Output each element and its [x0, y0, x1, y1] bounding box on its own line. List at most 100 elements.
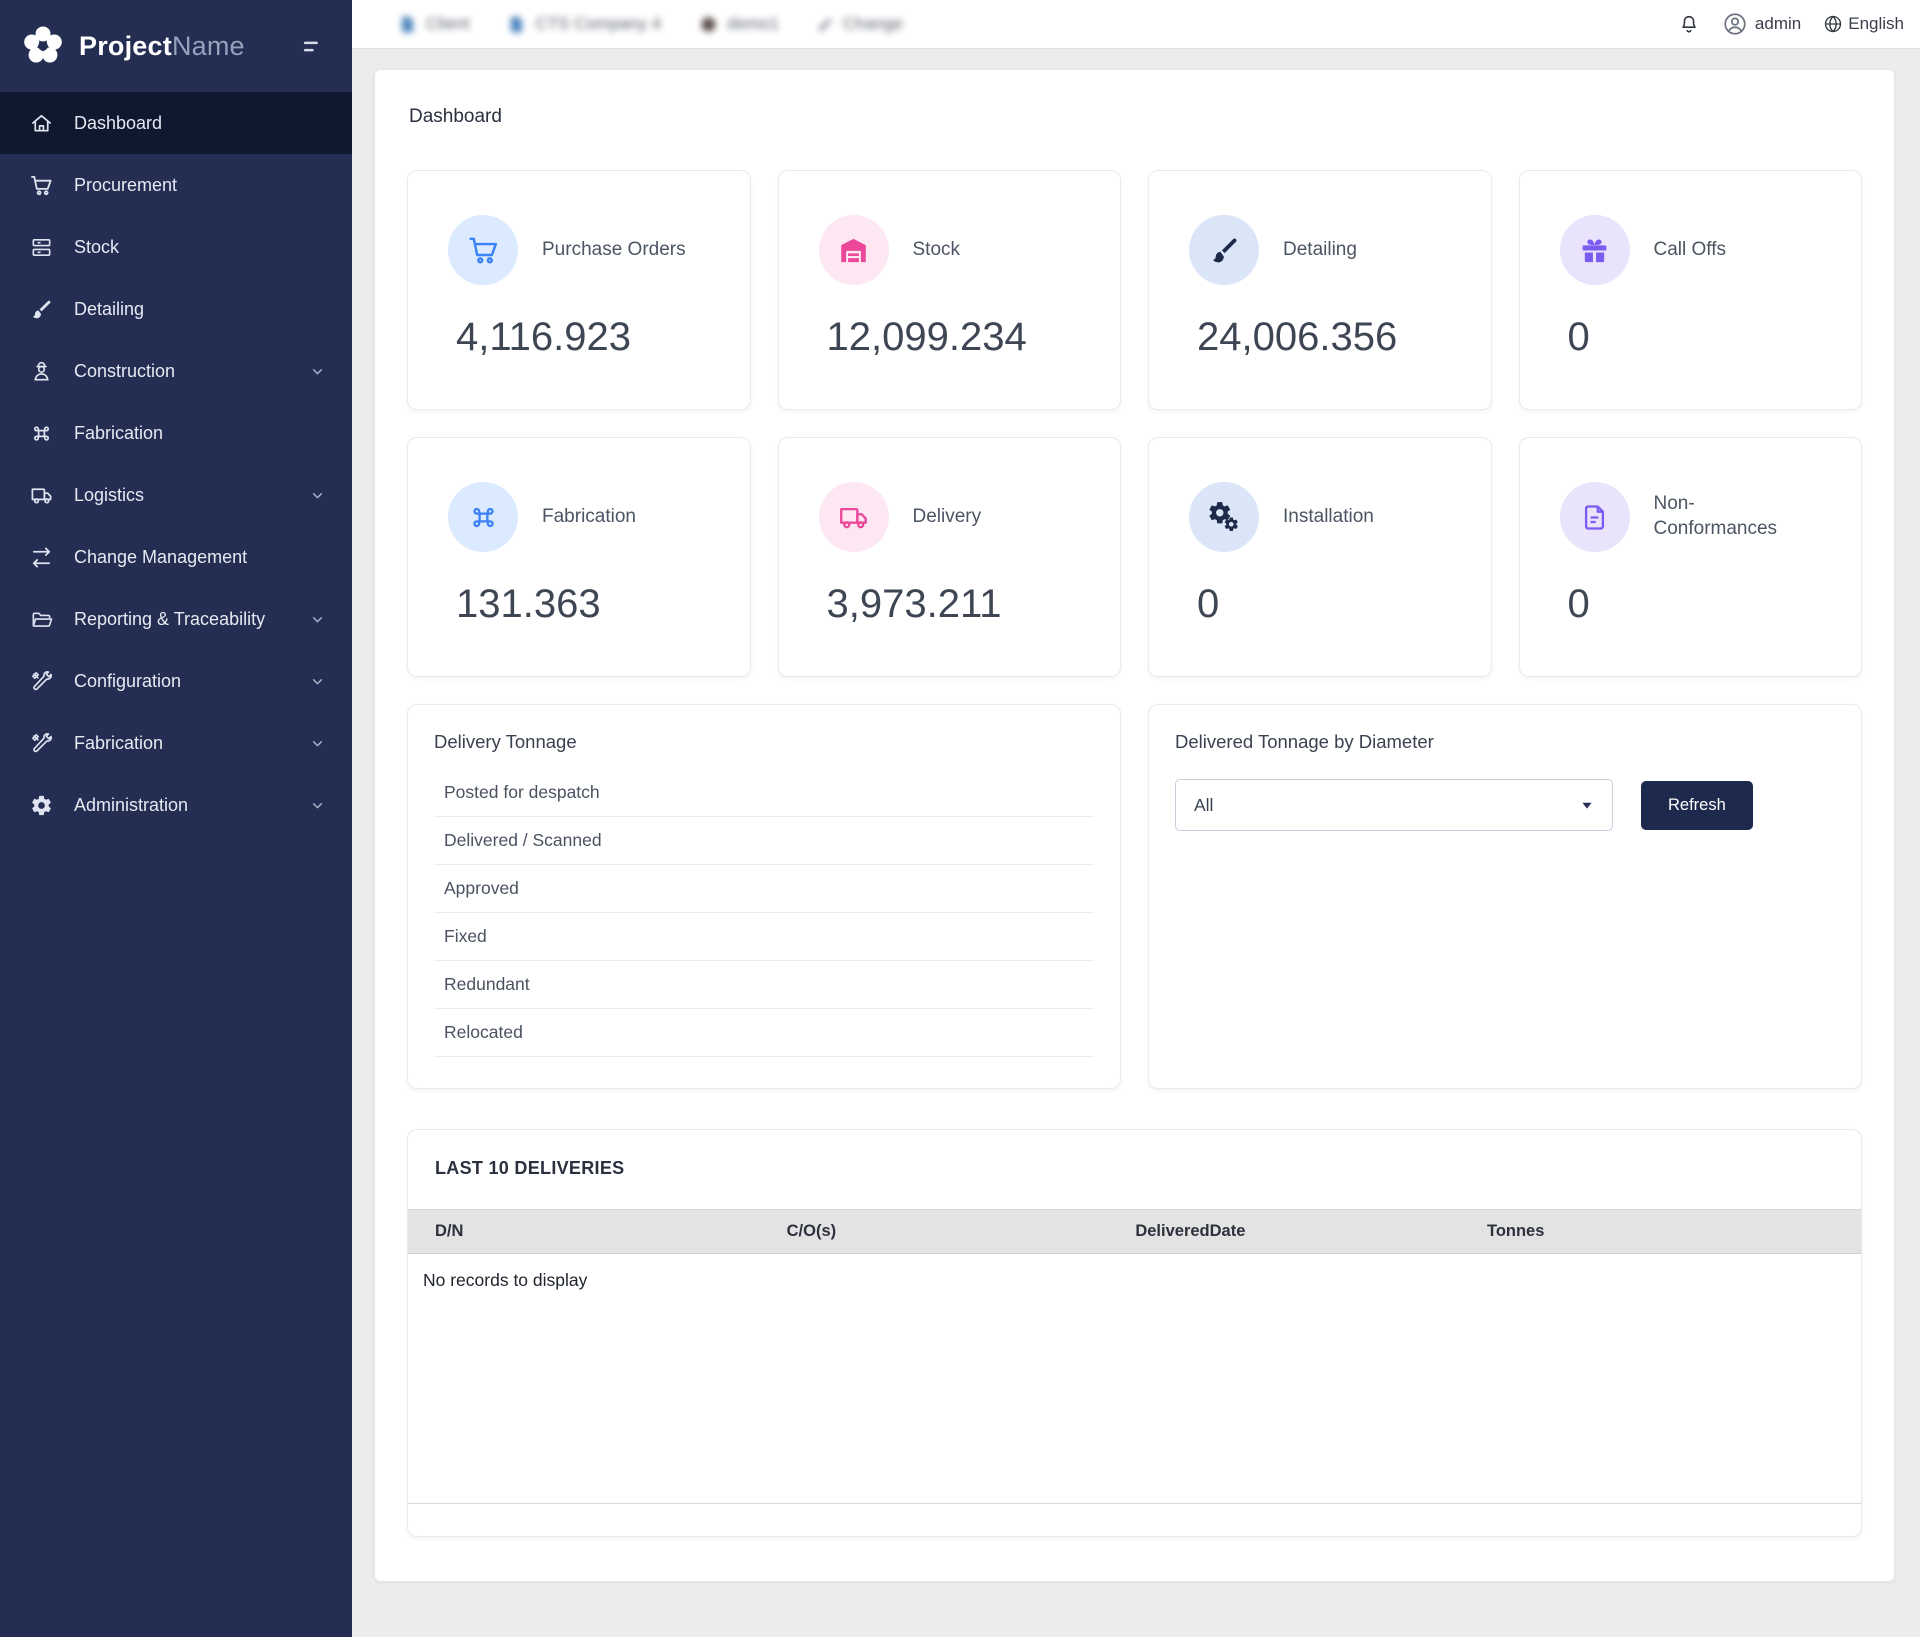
stat-icon-circle [448, 215, 518, 285]
warehouse-icon [838, 235, 869, 266]
delivery-tonnage-title: Delivery Tonnage [434, 731, 1094, 753]
collapse-icon[interactable] [301, 34, 326, 59]
stat-value: 0 [1197, 582, 1463, 627]
stat-icon-circle [1189, 482, 1259, 552]
brand: ProjectName [0, 0, 352, 92]
topbar-item-label: CTS Company 4 [535, 14, 661, 34]
column-header-delivereddate[interactable]: DeliveredDate [1108, 1222, 1460, 1241]
sidebar-item-label: Detailing [74, 299, 326, 320]
cart-icon [30, 174, 53, 197]
stat-card-non-conformances[interactable]: Non-Conformances 0 [1519, 437, 1863, 677]
logo-icon [20, 23, 66, 69]
stat-label: Purchase Orders [542, 238, 686, 263]
sidebar-item-reporting-traceability[interactable]: Reporting & Traceability [0, 588, 352, 650]
brand-project: Project [79, 31, 172, 61]
document-icon [398, 15, 417, 34]
sidebar-item-label: Change Management [74, 547, 326, 568]
stat-head: Non-Conformances [1560, 482, 1834, 552]
empty-message: No records to display [408, 1254, 1861, 1291]
stat-label: Non-Conformances [1654, 492, 1814, 541]
stat-value: 131.363 [456, 582, 722, 627]
sidebar-item-label: Logistics [74, 485, 288, 506]
sidebar-nav: Dashboard Procurement Stock Detailing Constr… [0, 92, 352, 836]
stat-value: 12,099.234 [827, 315, 1093, 360]
last-deliveries-title: LAST 10 DELIVERIES [408, 1158, 1861, 1179]
stat-label: Installation [1283, 505, 1374, 530]
chevron-down-icon [309, 487, 326, 504]
stat-card-call-offs[interactable]: Call Offs0 [1519, 170, 1863, 410]
truck-icon [30, 484, 53, 507]
topbar-item-label: demo1 [727, 14, 779, 34]
sidebar-item-detailing[interactable]: Detailing [0, 278, 352, 340]
topbar-item-label: Client [426, 14, 469, 34]
panels-row: Delivery Tonnage Posted for despatchDeli… [407, 704, 1862, 1089]
column-header-tonnes[interactable]: Tonnes [1460, 1222, 1861, 1241]
diameter-select[interactable]: All [1175, 779, 1613, 831]
tools-icon [30, 732, 53, 755]
stock-icon [30, 236, 53, 259]
sidebar-item-change-management[interactable]: Change Management [0, 526, 352, 588]
brand-name: ProjectName [79, 31, 245, 62]
topbar-item-client[interactable]: Client [398, 14, 469, 34]
bell-icon[interactable] [1678, 13, 1700, 35]
sidebar-item-administration[interactable]: Administration [0, 774, 352, 836]
sidebar-item-label: Dashboard [74, 113, 326, 134]
globe-icon [1823, 14, 1843, 34]
sidebar-item-dashboard[interactable]: Dashboard [0, 92, 352, 154]
stat-icon-circle [819, 215, 889, 285]
sidebar-item-construction[interactable]: Construction [0, 340, 352, 402]
stat-card-detailing[interactable]: Detailing24,006.356 [1148, 170, 1492, 410]
column-header-c-o-s[interactable]: C/O(s) [760, 1222, 1109, 1241]
stat-head: Purchase Orders [448, 215, 722, 285]
stat-card-delivery[interactable]: Delivery 3,973.211 [778, 437, 1122, 677]
tonnage-row-redundant: Redundant [434, 961, 1094, 1009]
sidebar-item-procurement[interactable]: Procurement [0, 154, 352, 216]
table-body: No records to display [408, 1254, 1861, 1504]
sidebar-item-fabrication[interactable]: Fabrication [0, 402, 352, 464]
topbar-item-change[interactable]: Change [817, 14, 903, 34]
stat-value: 0 [1568, 582, 1834, 627]
topbar-item-label: Change [843, 14, 903, 34]
brand-suffix: Name [172, 31, 245, 61]
topbar: Client CTS Company 4 demo1 Change admin Eng… [352, 0, 1920, 49]
stat-label: Call Offs [1654, 238, 1727, 263]
stat-card-fabrication[interactable]: Fabrication 131.363 [407, 437, 751, 677]
sidebar-item-fabrication[interactable]: Fabrication [0, 712, 352, 774]
stat-head: Delivery [819, 482, 1093, 552]
stat-icon-circle [1189, 215, 1259, 285]
tonnage-row-delivered-scanned: Delivered / Scanned [434, 817, 1094, 865]
main-column: Client CTS Company 4 demo1 Change admin Eng… [352, 0, 1920, 1637]
sidebar-item-logistics[interactable]: Logistics [0, 464, 352, 526]
user-menu[interactable]: admin [1755, 14, 1801, 34]
stat-card-stock[interactable]: Stock12,099.234 [778, 170, 1122, 410]
gears-icon [1209, 502, 1240, 533]
delivery-tonnage-panel: Delivery Tonnage Posted for despatchDeli… [407, 704, 1121, 1089]
stat-label: Fabrication [542, 505, 636, 530]
sidebar-item-label: Stock [74, 237, 326, 258]
badge-icon [699, 15, 718, 34]
sidebar-item-stock[interactable]: Stock [0, 216, 352, 278]
chevron-down-icon [309, 611, 326, 628]
stat-card-purchase-orders[interactable]: Purchase Orders4,116.923 [407, 170, 751, 410]
sidebar-item-label: Reporting & Traceability [74, 609, 288, 630]
language-menu[interactable]: English [1848, 14, 1904, 34]
brush-icon [30, 298, 53, 321]
document-icon [507, 15, 526, 34]
stat-icon-circle [1560, 215, 1630, 285]
sidebar: ProjectName Dashboard Procurement Stock Det… [0, 0, 352, 1637]
stat-head: Call Offs [1560, 215, 1834, 285]
topbar-item-demo1[interactable]: demo1 [699, 14, 779, 34]
stat-value: 3,973.211 [827, 582, 1093, 627]
avatar-icon[interactable] [1722, 11, 1748, 37]
sidebar-item-label: Construction [74, 361, 288, 382]
stat-card-installation[interactable]: Installation 0 [1148, 437, 1492, 677]
sidebar-item-configuration[interactable]: Configuration [0, 650, 352, 712]
tonnage-row-fixed: Fixed [434, 913, 1094, 961]
topbar-item-cts-company-4[interactable]: CTS Company 4 [507, 14, 661, 34]
refresh-button[interactable]: Refresh [1641, 781, 1753, 830]
stat-value: 24,006.356 [1197, 315, 1463, 360]
column-header-d-n[interactable]: D/N [408, 1222, 760, 1241]
chevron-down-icon [309, 735, 326, 752]
chevron-down-icon [309, 363, 326, 380]
swap-icon [30, 546, 53, 569]
